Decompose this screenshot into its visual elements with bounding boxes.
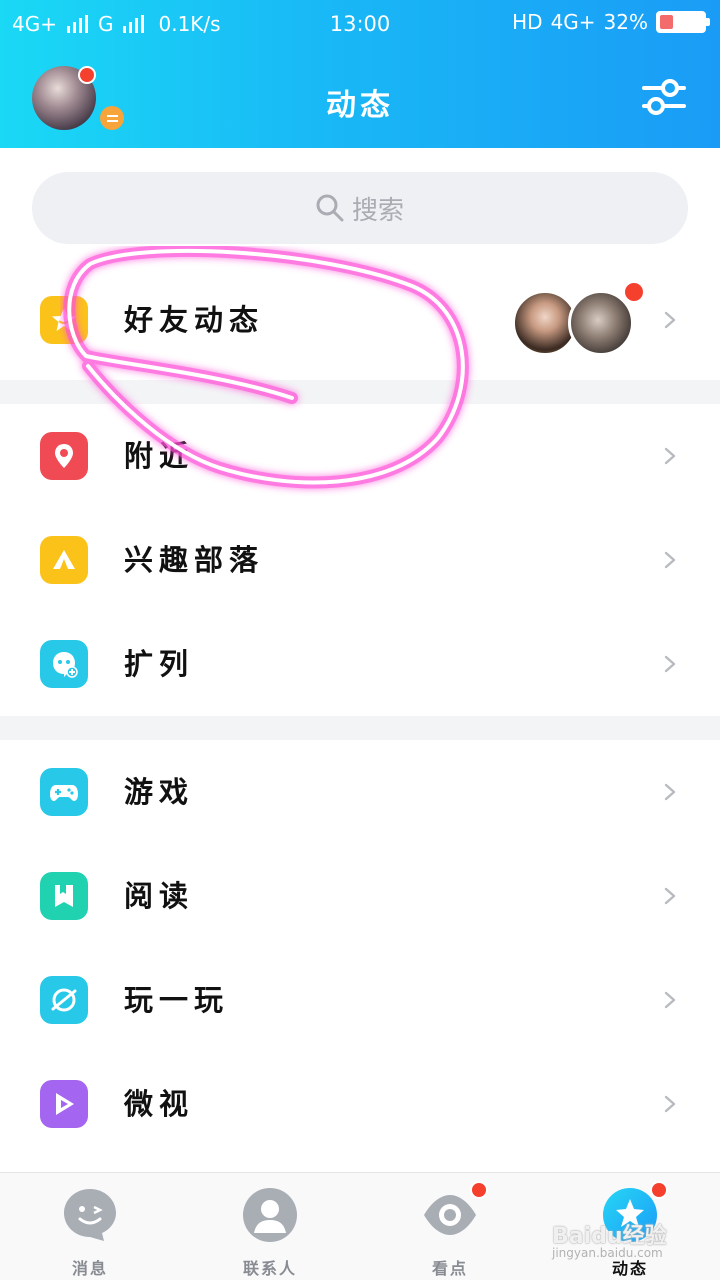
- section-discover: 附近 兴趣部落 扩列: [0, 404, 720, 716]
- chevron-right-icon: [664, 991, 676, 1009]
- tab-notification-dot: [470, 1181, 488, 1199]
- tab-label: 联系人: [242, 1259, 297, 1278]
- list-item-expand-friends[interactable]: 扩列: [0, 612, 720, 716]
- battery-fill: [660, 15, 673, 29]
- tab-dynamics[interactable]: 动态: [570, 1181, 690, 1279]
- list-item-play[interactable]: 玩一玩: [0, 948, 720, 1052]
- chevron-right-icon: [664, 1095, 676, 1113]
- list-item-reading[interactable]: 阅读: [0, 844, 720, 948]
- list-item-games[interactable]: 游戏: [0, 740, 720, 844]
- item-label: 微视: [124, 1087, 195, 1121]
- status-bar: 4G+ G 0.1K/s 13:00 HD 4G+ 32%: [0, 0, 720, 48]
- tab-contacts[interactable]: 联系人: [210, 1183, 330, 1279]
- tab-notification-dot: [650, 1181, 668, 1199]
- filter-settings-icon[interactable]: [640, 76, 688, 118]
- item-label: 扩列: [124, 647, 195, 681]
- friend-avatar-2[interactable]: [568, 290, 634, 356]
- battery-percent: 32%: [603, 10, 648, 34]
- tab-kandian[interactable]: 看点: [390, 1181, 510, 1279]
- network-type-right: 4G+: [550, 10, 596, 34]
- list-item-nearby[interactable]: 附近: [0, 404, 720, 508]
- bottom-tab-bar: 消息 联系人 看点 动态: [0, 1172, 720, 1280]
- chevron-right-icon: [664, 311, 676, 329]
- search-input[interactable]: 搜索: [32, 172, 688, 244]
- chevron-right-icon: [664, 447, 676, 465]
- chevron-right-icon: [664, 783, 676, 801]
- search-icon: [316, 194, 344, 222]
- tab-label: 看点: [431, 1259, 468, 1278]
- chevron-right-icon: [664, 551, 676, 569]
- page-title: 动态: [326, 88, 394, 123]
- item-label: 玩一玩: [124, 983, 230, 1017]
- tab-label: 消息: [71, 1259, 108, 1278]
- list-item-interest-tribe[interactable]: 兴趣部落: [0, 508, 720, 612]
- star-feed-icon: [40, 296, 88, 344]
- item-label: 兴趣部落: [124, 543, 265, 577]
- book-icon: [40, 872, 88, 920]
- add-friend-face-icon: [40, 640, 88, 688]
- play-video-icon: [40, 1080, 88, 1128]
- tab-messages[interactable]: 消息: [30, 1183, 150, 1279]
- list-item-weishi[interactable]: 微视: [0, 1052, 720, 1156]
- gamepad-icon: [40, 768, 88, 816]
- chevron-right-icon: [664, 655, 676, 673]
- item-label: 附近: [124, 439, 195, 473]
- tent-icon: [40, 536, 88, 584]
- header-bar: 4G+ G 0.1K/s 13:00 HD 4G+ 32% 动态: [0, 0, 720, 148]
- hd-indicator: HD: [512, 10, 543, 34]
- battery-icon: [656, 11, 710, 33]
- location-pin-icon: [40, 432, 88, 480]
- section-divider: [0, 716, 720, 740]
- item-label: 游戏: [124, 775, 195, 809]
- friend-feed-notification-dot: [625, 283, 643, 301]
- message-bubble-icon: [64, 1189, 116, 1241]
- item-label: 阅读: [124, 879, 195, 913]
- item-label: 好友动态: [124, 303, 265, 337]
- section-entertainment: 游戏 阅读 玩一玩 微视: [0, 740, 720, 1156]
- contact-person-icon: [243, 1188, 297, 1242]
- planet-icon: [40, 976, 88, 1024]
- section-divider: [0, 380, 720, 404]
- tab-label: 动态: [611, 1259, 648, 1278]
- chevron-right-icon: [664, 887, 676, 905]
- status-right: HD 4G+ 32%: [512, 10, 710, 34]
- search-placeholder: 搜索: [351, 195, 404, 226]
